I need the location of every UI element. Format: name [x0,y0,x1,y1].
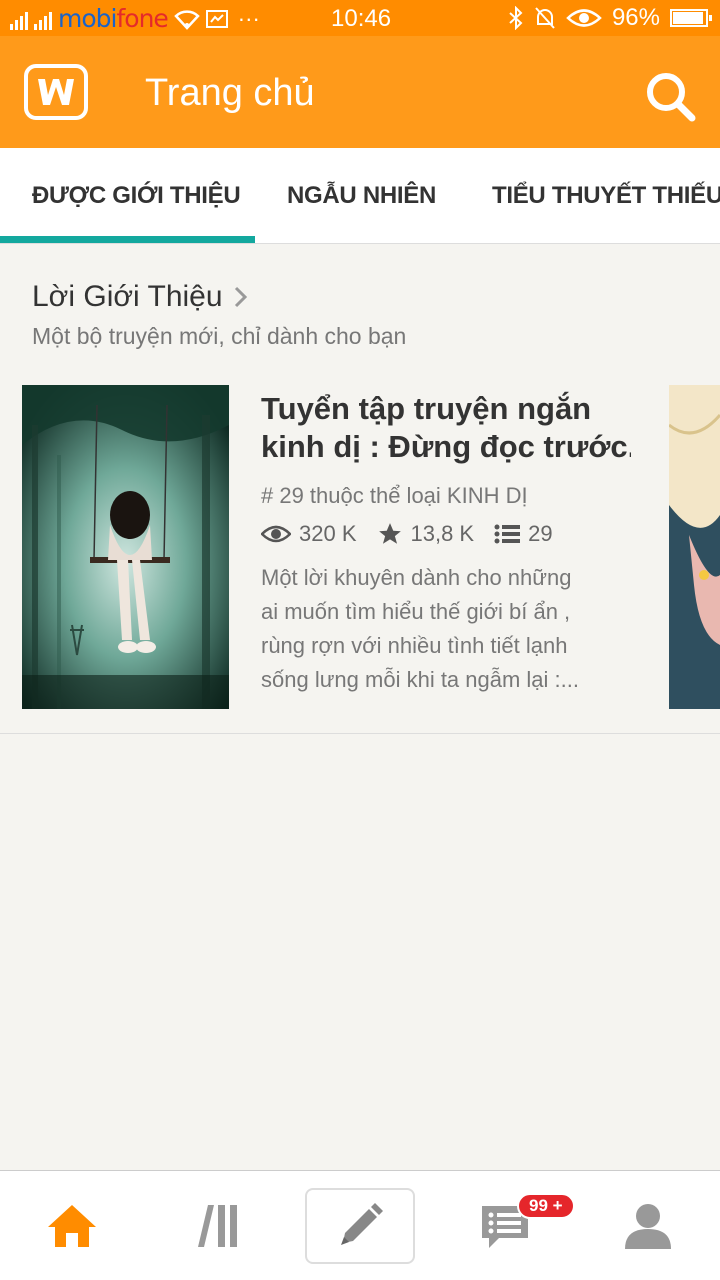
carrier-name: mobifone [58,4,169,33]
story-cover[interactable] [22,385,229,709]
carrier-mobi: mobi [58,4,117,33]
status-right: 96% [508,4,712,32]
status-bar: mobifone ··· 10:46 96% [0,0,720,36]
nav-library[interactable] [188,1171,248,1280]
status-left: mobifone ··· [10,4,260,33]
home-icon [48,1205,96,1247]
library-icon [198,1205,237,1247]
story-description-line: sống lưng mỗi khi ta ngẫm lại :... [261,667,579,692]
tab-random[interactable]: NGẪU NHIÊN [287,148,436,243]
profile-icon [625,1204,671,1249]
story-title-line: Tuyển tập truyện ngắn [261,391,592,426]
tab-teen-fiction[interactable]: TIỂU THUYẾT THIẾU NIÊN [492,148,720,243]
section-subtitle: Một bộ truyện mới, chỉ dành cho bạn [32,323,407,349]
next-story-cover[interactable] [669,385,720,709]
chevron-right-icon [234,286,247,308]
story-title-line: kinh dị : Đừng đọc trước... [261,429,631,464]
bluetooth-icon [509,6,523,30]
signal-icon [10,8,28,30]
next-cover-image [669,385,720,709]
story-rank-tag[interactable]: # 29 thuộc thể loại KINH DỊ [261,483,528,509]
list-icon [494,524,521,544]
wifi-icon [174,9,200,30]
story-title[interactable]: Tuyển tập truyện ngắn kinh dị : Đừng đọc… [261,390,631,466]
messages-badge: 99 + [517,1193,575,1219]
search-button[interactable] [640,66,700,126]
silent-bell-icon [535,7,555,29]
views-count: 320 K [299,521,357,546]
eye-icon [261,525,291,543]
section-header[interactable]: Lời Giới Thiệu [32,280,249,314]
parts-count: 29 [528,521,553,546]
nav-home[interactable] [40,1171,104,1280]
bottom-nav [0,1170,720,1280]
wattpad-logo-icon[interactable] [24,64,88,120]
parts-stat: 29 [494,521,553,547]
category-tabs: ĐƯỢC GIỚI THIỆU NGẪU NHIÊN TIỂU THUYẾT T… [0,148,720,244]
nav-profile[interactable] [620,1171,676,1280]
nav-messages[interactable] [477,1171,533,1280]
battery-percent: 96% [611,4,660,31]
more-notifications-icon: ··· [237,5,260,31]
eye-care-icon [566,9,602,27]
app-bar: Trang chủ [0,36,720,148]
cover-image [22,385,229,709]
tab-featured[interactable]: ĐƯỢC GIỚI THIỆU [32,148,241,243]
search-icon [647,73,696,122]
nav-write[interactable] [305,1188,415,1264]
status-time: 10:46 [331,5,392,32]
logo-w-glyph [38,79,74,105]
carrier-fone: fone [116,4,168,33]
story-stats: 320 K 13,8 K 29 [261,521,573,547]
active-tab-indicator [0,236,255,243]
star-icon [378,523,401,544]
pencil-icon [341,1203,383,1245]
votes-stat: 13,8 K [377,521,475,547]
views-stat: 320 K [261,521,357,547]
votes-count: 13,8 K [410,521,475,546]
story-description[interactable]: Một lời khuyên dành cho những ai muốn tì… [261,561,621,697]
story-description-line: rùng rợn với nhiều tình tiết lạnh [261,633,568,658]
signal-icon-2 [34,8,52,30]
section-title: Lời Giới Thiệu [32,280,223,313]
section-divider [0,733,720,734]
message-notification-icon [205,9,228,28]
story-description-line: Một lời khuyên dành cho những [261,565,572,590]
page-title: Trang chủ [145,72,315,114]
battery-icon [670,9,712,27]
story-description-line: ai muốn tìm hiểu thế giới bí ẩn , [261,599,571,624]
